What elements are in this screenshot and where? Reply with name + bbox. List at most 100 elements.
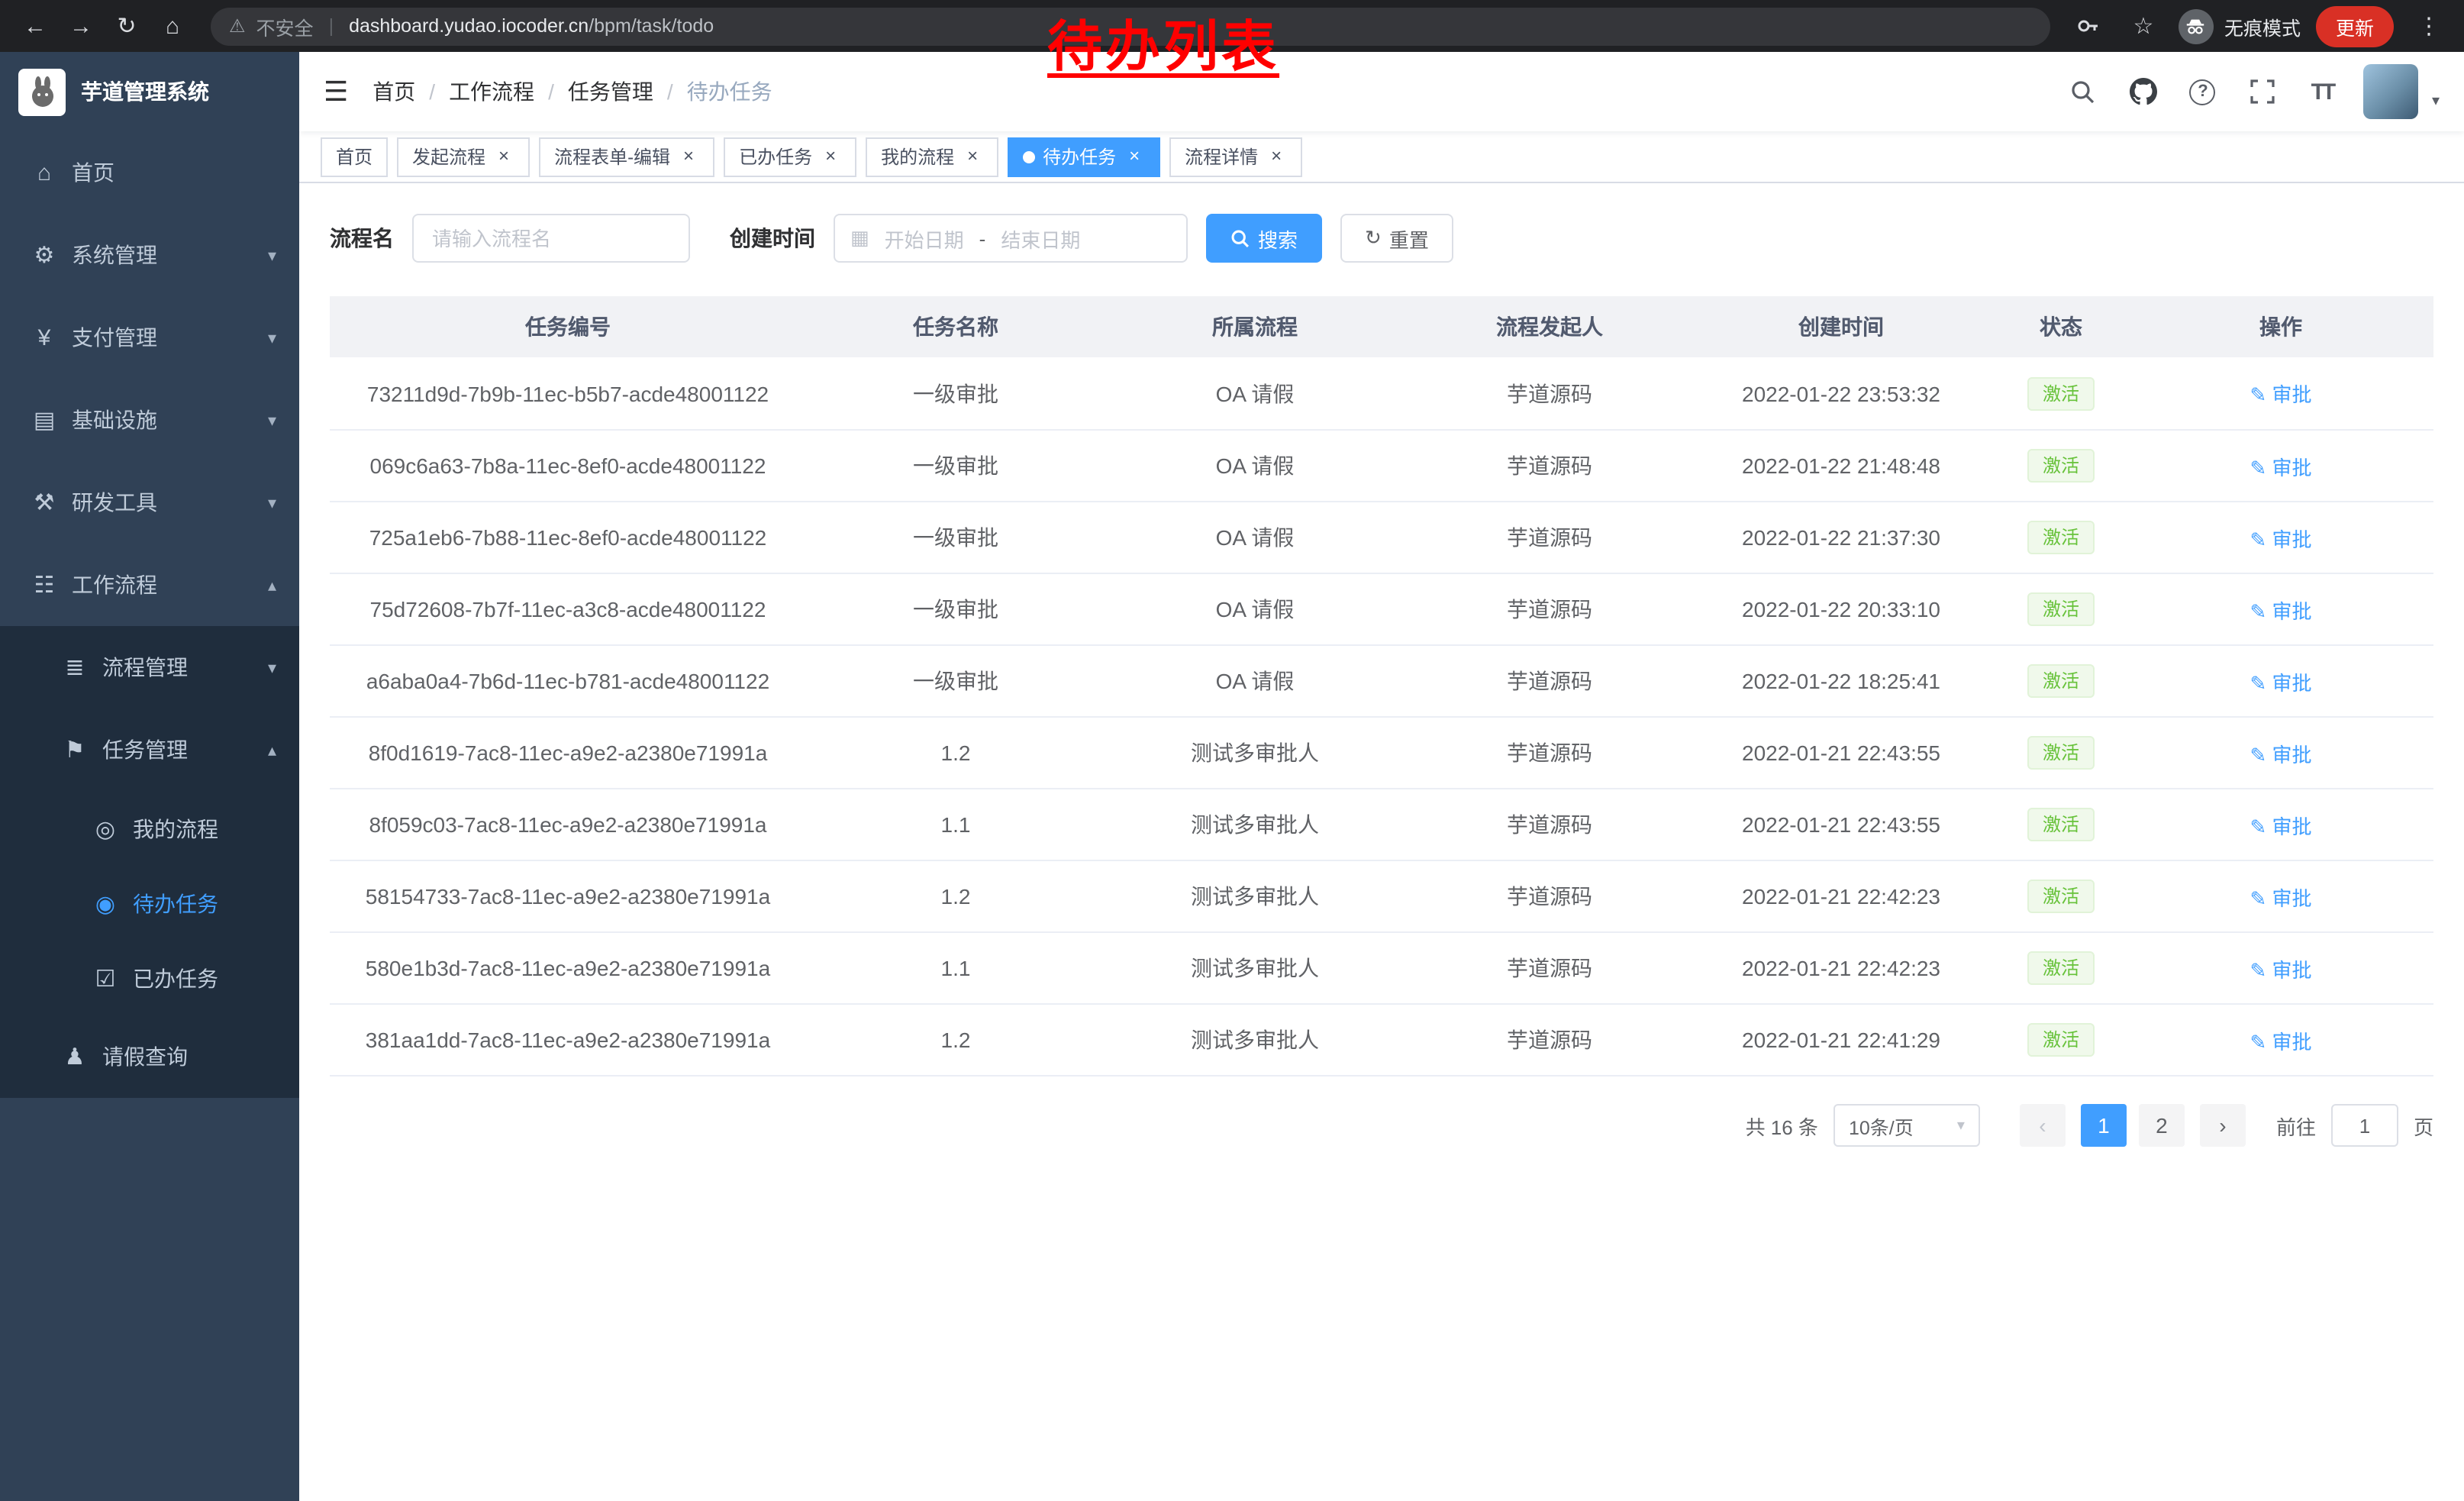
approve-link[interactable]: ✎ 审批: [2250, 958, 2311, 981]
breadcrumb-item[interactable]: 任务管理: [568, 76, 653, 107]
table-row: 8f0d1619-7ac8-11ec-a9e2-a2380e71991a1.2测…: [330, 716, 2433, 788]
tab-1[interactable]: 发起流程×: [397, 137, 530, 176]
cell-action: ✎ 审批: [2134, 738, 2427, 767]
approve-link[interactable]: ✎ 审批: [2250, 743, 2311, 766]
cell-process: OA 请假: [1105, 666, 1405, 696]
breadcrumb-item[interactable]: 首页: [373, 76, 415, 107]
sidebar-item-system[interactable]: ⚙系统管理▾: [0, 214, 299, 296]
app: ← → ↻ ⌂ ⚠ 不安全 | dashboard.yudao.iocoder.…: [0, 0, 2464, 1501]
more-icon[interactable]: ⋮: [2409, 6, 2449, 46]
cell-status: 激活: [1988, 376, 2134, 410]
sidebar-item-label: 基础设施: [72, 405, 157, 435]
tab-0[interactable]: 首页: [321, 137, 388, 176]
sidebar: 芋道管理系统 ⌂首页⚙系统管理▾¥支付管理▾▤基础设施▾⚒研发工具▾☷工作流程▴…: [0, 52, 299, 1501]
date-range-picker[interactable]: ▦ 开始日期 - 结束日期: [834, 214, 1188, 263]
forward-icon[interactable]: →: [61, 6, 101, 46]
font-size-icon[interactable]: TT: [2304, 73, 2340, 110]
page-size-select[interactable]: 10条/页 ▾: [1833, 1104, 1980, 1147]
page-button-1[interactable]: 1: [2081, 1104, 2127, 1147]
sidebar-item-done-task[interactable]: ☑已办任务: [0, 941, 299, 1015]
update-button[interactable]: 更新: [2316, 5, 2394, 47]
cell-status: 激活: [1988, 449, 2134, 483]
calendar-icon: ▦: [850, 226, 869, 250]
branch-icon: ⚑: [61, 736, 89, 763]
close-icon[interactable]: ×: [820, 146, 841, 167]
sidebar-item-task-mgmt[interactable]: ⚑任务管理▴: [0, 709, 299, 791]
reload-icon[interactable]: ↻: [107, 6, 147, 46]
edit-icon: ✎: [2250, 383, 2272, 406]
cell-starter: 芋道源码: [1405, 738, 1695, 768]
sidebar-item-todo-task[interactable]: ◉待办任务: [0, 866, 299, 941]
cell-starter: 芋道源码: [1405, 1025, 1695, 1055]
app-logo[interactable]: 芋道管理系统: [0, 52, 299, 131]
help-icon[interactable]: ?: [2185, 73, 2221, 110]
cell-starter: 芋道源码: [1405, 953, 1695, 983]
close-icon[interactable]: ×: [1266, 146, 1287, 167]
github-icon[interactable]: [2125, 73, 2162, 110]
close-icon[interactable]: ×: [962, 146, 983, 167]
tab-6[interactable]: 流程详情×: [1169, 137, 1302, 176]
navbar-actions: ? TT ▾: [2066, 64, 2464, 119]
prev-page-button[interactable]: ‹: [2020, 1104, 2066, 1147]
approve-label: 审批: [2272, 958, 2312, 981]
sidebar-item-label: 工作流程: [72, 570, 157, 600]
star-icon[interactable]: ☆: [2124, 6, 2163, 46]
cell-status: 激活: [1988, 951, 2134, 985]
approve-link[interactable]: ✎ 审批: [2250, 886, 2311, 909]
avatar[interactable]: [2363, 64, 2418, 119]
key-icon[interactable]: [2069, 6, 2108, 46]
tab-4[interactable]: 我的流程×: [866, 137, 998, 176]
tab-label: 流程表单-编辑: [554, 144, 670, 169]
approve-link[interactable]: ✎ 审批: [2250, 599, 2311, 622]
breadcrumb-item[interactable]: 工作流程: [449, 76, 534, 107]
approve-link[interactable]: ✎ 审批: [2250, 671, 2311, 694]
fullscreen-icon[interactable]: [2244, 73, 2281, 110]
search-icon[interactable]: [2066, 73, 2102, 110]
approve-link[interactable]: ✎ 审批: [2250, 383, 2311, 406]
cell-action: ✎ 审批: [2134, 667, 2427, 696]
sidebar-item-label: 首页: [72, 157, 114, 188]
close-icon[interactable]: ×: [678, 146, 699, 167]
tab-3[interactable]: 已办任务×: [724, 137, 856, 176]
sidebar-item-infra[interactable]: ▤基础设施▾: [0, 379, 299, 461]
tab-5[interactable]: 待办任务×: [1008, 137, 1160, 176]
sidebar-toggle-icon[interactable]: ☰: [299, 76, 373, 108]
sidebar-item-devtools[interactable]: ⚒研发工具▾: [0, 461, 299, 544]
cell-task-id: 58154733-7ac8-11ec-a9e2-a2380e71991a: [330, 884, 806, 909]
page-button-2[interactable]: 2: [2139, 1104, 2185, 1147]
column-header: 流程发起人: [1405, 311, 1695, 342]
status-badge: 激活: [2027, 808, 2095, 841]
cell-action: ✎ 审批: [2134, 451, 2427, 480]
approve-label: 审批: [2272, 743, 2312, 766]
approve-link[interactable]: ✎ 审批: [2250, 1030, 2311, 1053]
sidebar-item-leave-query[interactable]: ♟请假查询: [0, 1015, 299, 1098]
search-button[interactable]: 搜索: [1206, 214, 1322, 263]
cell-create-time: 2022-01-21 22:41:29: [1695, 1028, 1988, 1052]
incognito-label: 无痕模式: [2224, 11, 2301, 40]
back-icon[interactable]: ←: [15, 6, 55, 46]
status-badge: 激活: [2027, 880, 2095, 913]
tab-2[interactable]: 流程表单-编辑 ×: [539, 137, 714, 176]
reset-button[interactable]: ↻ 重置: [1340, 214, 1453, 263]
cell-create-time: 2022-01-21 22:43:55: [1695, 812, 1988, 837]
sidebar-item-my-process[interactable]: ◎我的流程: [0, 791, 299, 866]
process-name-input[interactable]: [412, 214, 690, 263]
close-icon[interactable]: ×: [1124, 146, 1145, 167]
sidebar-item-process-mgmt[interactable]: ≣流程管理▾: [0, 626, 299, 709]
cell-action: ✎ 审批: [2134, 954, 2427, 983]
approve-link[interactable]: ✎ 审批: [2250, 456, 2311, 479]
close-icon[interactable]: ×: [493, 146, 514, 167]
edit-icon: ✎: [2250, 528, 2272, 550]
cell-create-time: 2022-01-22 18:25:41: [1695, 669, 1988, 693]
cell-task-name: 一级审批: [806, 378, 1105, 408]
caret-down-icon: ▾: [2432, 93, 2440, 110]
sidebar-item-home[interactable]: ⌂首页: [0, 131, 299, 214]
sidebar-item-workflow[interactable]: ☷工作流程▴: [0, 544, 299, 626]
column-header: 状态: [1988, 311, 2134, 342]
home-icon[interactable]: ⌂: [153, 6, 192, 46]
approve-link[interactable]: ✎ 审批: [2250, 528, 2311, 550]
next-page-button[interactable]: ›: [2200, 1104, 2246, 1147]
approve-link[interactable]: ✎ 审批: [2250, 815, 2311, 838]
sidebar-item-payment[interactable]: ¥支付管理▾: [0, 296, 299, 379]
goto-page-input[interactable]: [2331, 1104, 2398, 1147]
